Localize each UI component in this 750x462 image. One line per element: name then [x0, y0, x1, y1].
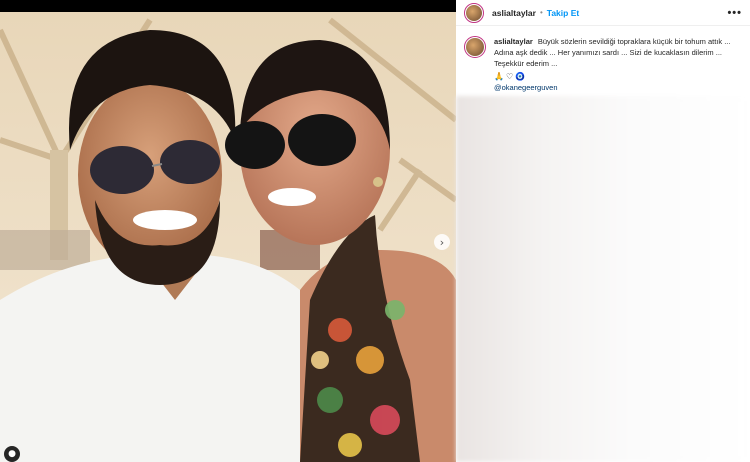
user-icon: ●	[8, 449, 16, 459]
chevron-right-icon: ›	[439, 235, 445, 249]
username-link[interactable]: aslialtaylar	[492, 8, 536, 18]
photo-illustration	[0, 0, 456, 462]
separator-dot: •	[539, 8, 543, 17]
pray-icon: 🙏	[494, 72, 504, 81]
next-image-button[interactable]: ›	[434, 234, 450, 250]
post-header: aslialtaylar • Takip Et •••	[456, 0, 750, 26]
caption-avatar[interactable]	[464, 36, 486, 58]
mention-link[interactable]: @okanegeerguven	[494, 82, 734, 93]
post-sidebar: aslialtaylar • Takip Et ••• aslialtaylar…	[456, 0, 750, 462]
more-options-icon[interactable]: •••	[727, 7, 742, 19]
caption-comment: aslialtaylar Büyük sözlerin sevildiği to…	[456, 26, 750, 93]
blurred-comments-area	[456, 96, 750, 462]
instagram-post: › ● aslialtaylar • Takip Et ••• aslialta…	[0, 0, 750, 462]
avatar[interactable]	[464, 2, 484, 23]
follow-button[interactable]: Takip Et	[547, 8, 579, 18]
caption-emojis: 🙏 ♡ 🧿	[494, 71, 734, 82]
nazar-icon: 🧿	[515, 72, 526, 81]
photo-top-bar	[0, 0, 456, 12]
post-photo[interactable]: › ●	[0, 0, 456, 462]
tagged-users-button[interactable]: ●	[4, 446, 20, 462]
caption-body: aslialtaylar Büyük sözlerin sevildiği to…	[494, 36, 734, 93]
caption-username[interactable]: aslialtaylar	[494, 37, 533, 46]
heart-icon: ♡	[505, 72, 514, 81]
